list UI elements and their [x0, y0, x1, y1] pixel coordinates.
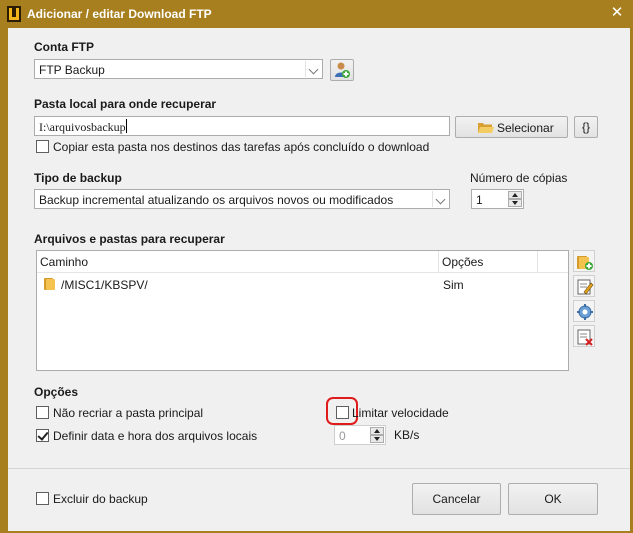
copy-to-destinations-checkbox[interactable]	[36, 140, 49, 153]
increment-icon[interactable]	[508, 191, 522, 199]
local-folder-input[interactable]: I:\arquivosbackup	[34, 116, 450, 136]
decrement-icon[interactable]	[370, 435, 384, 443]
options-heading: Opções	[34, 385, 79, 399]
variables-button[interactable]: {}	[574, 116, 598, 138]
files-list[interactable]: Caminho Opções /MISC1/KBSPV/ Sim	[36, 250, 569, 371]
add-folder-button[interactable]	[573, 250, 595, 272]
no-recreate-folder-label: Não recriar a pasta principal	[53, 406, 204, 420]
speed-limit-stepper[interactable]: 0	[334, 425, 386, 445]
ftp-account-heading: Conta FTP	[34, 40, 94, 54]
exclude-from-backup-checkbox[interactable]	[36, 492, 49, 505]
dialog-window: Adicionar / editar Download FTP ✕ Conta …	[0, 0, 633, 533]
folder-open-icon	[478, 123, 494, 133]
limit-speed-label: Limitar velocidade	[352, 406, 449, 420]
row-path: /MISC1/KBSPV/	[61, 278, 148, 292]
exclude-from-backup-label: Excluir do backup	[53, 492, 148, 506]
no-recreate-folder-checkbox[interactable]	[36, 406, 49, 419]
files-list-header: Caminho Opções	[37, 251, 568, 273]
edit-button[interactable]	[573, 275, 595, 297]
window-title: Adicionar / editar Download FTP	[27, 7, 212, 21]
settings-icon	[577, 304, 593, 320]
close-button[interactable]: ✕	[605, 2, 629, 24]
delete-icon	[577, 329, 593, 346]
decrement-icon[interactable]	[508, 199, 522, 207]
set-file-datetime-label: Definir data e hora dos arquivos locais	[53, 429, 258, 443]
copies-stepper[interactable]: 1	[471, 189, 524, 209]
dialog-body: Conta FTP FTP Backup Pasta local para on…	[8, 28, 630, 531]
column-header-options[interactable]: Opções	[439, 251, 538, 273]
cancel-button[interactable]: Cancelar	[412, 483, 501, 515]
copy-to-destinations-label: Copiar esta pasta nos destinos das taref…	[53, 140, 430, 154]
add-folder-icon	[577, 256, 593, 270]
title-bar[interactable]: Adicionar / editar Download FTP ✕	[0, 0, 633, 28]
set-file-datetime-checkbox[interactable]	[36, 429, 49, 442]
table-row[interactable]: /MISC1/KBSPV/ Sim	[37, 276, 568, 294]
chevron-down-icon	[432, 191, 448, 207]
manage-accounts-button[interactable]	[330, 59, 354, 81]
backup-type-value: Backup incremental atualizando os arquiv…	[39, 193, 394, 207]
limit-speed-checkbox[interactable]	[336, 406, 349, 419]
text-caret	[126, 119, 127, 133]
select-folder-button[interactable]: Selecionar	[455, 116, 568, 138]
increment-icon[interactable]	[370, 427, 384, 435]
chevron-down-icon	[305, 61, 321, 77]
files-heading: Arquivos e pastas para recuperar	[34, 232, 225, 246]
speed-limit-value: 0	[339, 429, 346, 443]
ftp-account-value: FTP Backup	[39, 63, 105, 77]
delete-button[interactable]	[573, 325, 595, 347]
edit-icon	[577, 279, 594, 295]
copies-value: 1	[476, 193, 483, 207]
footer-divider	[8, 468, 630, 469]
copies-label: Número de cópias	[470, 171, 568, 185]
speed-unit-label: KB/s	[394, 428, 420, 442]
row-options: Sim	[443, 278, 464, 292]
user-add-icon	[335, 62, 350, 78]
app-logo-icon	[7, 6, 21, 22]
folder-icon	[44, 278, 55, 290]
settings-button[interactable]	[573, 300, 595, 322]
backup-type-heading: Tipo de backup	[34, 171, 122, 185]
column-header-path[interactable]: Caminho	[37, 251, 439, 273]
ok-button[interactable]: OK	[508, 483, 598, 515]
local-folder-heading: Pasta local para onde recuperar	[34, 97, 217, 111]
local-folder-value: I:\arquivosbackup	[39, 120, 126, 134]
ftp-account-select[interactable]: FTP Backup	[34, 59, 323, 79]
select-folder-label: Selecionar	[497, 121, 554, 135]
backup-type-select[interactable]: Backup incremental atualizando os arquiv…	[34, 189, 450, 209]
